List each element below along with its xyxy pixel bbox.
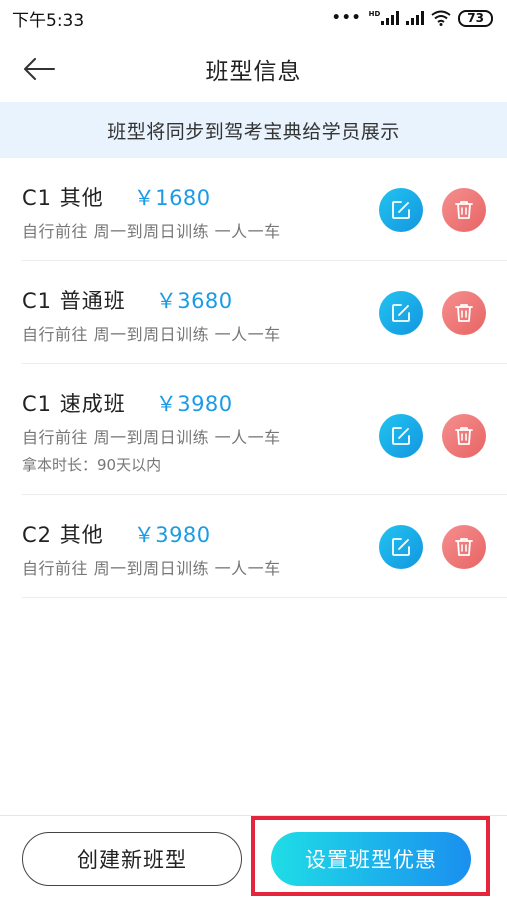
edit-class-button[interactable]	[379, 525, 423, 569]
network-label: HD	[368, 10, 381, 18]
status-time: 下午5:33	[12, 10, 85, 31]
class-item: C1 其他 ￥1680 自行前往 周一到周日训练 一人一车	[22, 158, 507, 261]
class-name: C1 速成班	[22, 392, 126, 416]
page-title: 班型信息	[205, 59, 302, 85]
back-button[interactable]	[22, 54, 56, 84]
edit-class-button[interactable]	[379, 291, 423, 335]
wifi-icon	[431, 10, 451, 26]
edit-icon	[392, 427, 410, 445]
sync-notice-text: 班型将同步到驾考宝典给学员展示	[107, 120, 400, 143]
delete-class-button[interactable]	[442, 525, 486, 569]
trash-icon	[455, 304, 473, 322]
more-dots-icon: •••	[331, 10, 362, 26]
trash-icon	[455, 538, 473, 556]
class-item: C1 速成班 ￥3980 自行前往 周一到周日训练 一人一车 拿本时长：90天以…	[22, 364, 507, 495]
class-price: ￥3980	[133, 523, 211, 547]
edit-class-button[interactable]	[379, 188, 423, 232]
class-name: C2 其他	[22, 523, 104, 547]
edit-icon	[392, 538, 410, 556]
status-bar: 下午5:33 ••• HD 73	[0, 0, 507, 36]
class-description: 自行前往 周一到周日训练 一人一车	[22, 428, 281, 447]
class-list: C1 其他 ￥1680 自行前往 周一到周日训练 一人一车 C1 普通班 ￥36…	[0, 158, 507, 598]
class-price: ￥3980	[155, 392, 233, 416]
create-class-button[interactable]: 创建新班型	[22, 832, 242, 886]
class-name: C1 普通班	[22, 289, 126, 313]
class-title-row: C1 速成班 ￥3980	[22, 388, 233, 418]
battery-icon: 73	[458, 9, 493, 27]
status-icons: ••• HD 73	[331, 9, 493, 27]
hd-signal-icon: HD	[369, 11, 400, 25]
edit-icon	[392, 201, 410, 219]
delete-class-button[interactable]	[442, 414, 486, 458]
class-duration: 拿本时长：90天以内	[22, 456, 162, 474]
bottom-action-bar: 创建新班型 设置班型优惠	[0, 815, 507, 901]
delete-class-button[interactable]	[442, 188, 486, 232]
class-price: ￥3680	[155, 289, 233, 313]
trash-icon	[455, 427, 473, 445]
class-item: C2 其他 ￥3980 自行前往 周一到周日训练 一人一车	[22, 495, 507, 598]
class-description: 自行前往 周一到周日训练 一人一车	[22, 559, 281, 578]
class-name: C1 其他	[22, 186, 104, 210]
signal-icon	[406, 11, 425, 25]
class-price: ￥1680	[133, 186, 211, 210]
class-title-row: C2 其他 ￥3980	[22, 519, 211, 549]
trash-icon	[455, 201, 473, 219]
class-description: 自行前往 周一到周日训练 一人一车	[22, 222, 281, 241]
set-discount-button[interactable]: 设置班型优惠	[271, 832, 471, 886]
nav-bar: 班型信息	[0, 36, 507, 102]
back-arrow-icon	[24, 58, 55, 80]
edit-class-button[interactable]	[379, 414, 423, 458]
sync-notice-banner: 班型将同步到驾考宝典给学员展示	[0, 102, 507, 158]
delete-class-button[interactable]	[442, 291, 486, 335]
class-item: C1 普通班 ￥3680 自行前往 周一到周日训练 一人一车	[22, 261, 507, 364]
class-description: 自行前往 周一到周日训练 一人一车	[22, 325, 281, 344]
class-title-row: C1 其他 ￥1680	[22, 182, 211, 212]
class-title-row: C1 普通班 ￥3680	[22, 285, 233, 315]
edit-icon	[392, 304, 410, 322]
